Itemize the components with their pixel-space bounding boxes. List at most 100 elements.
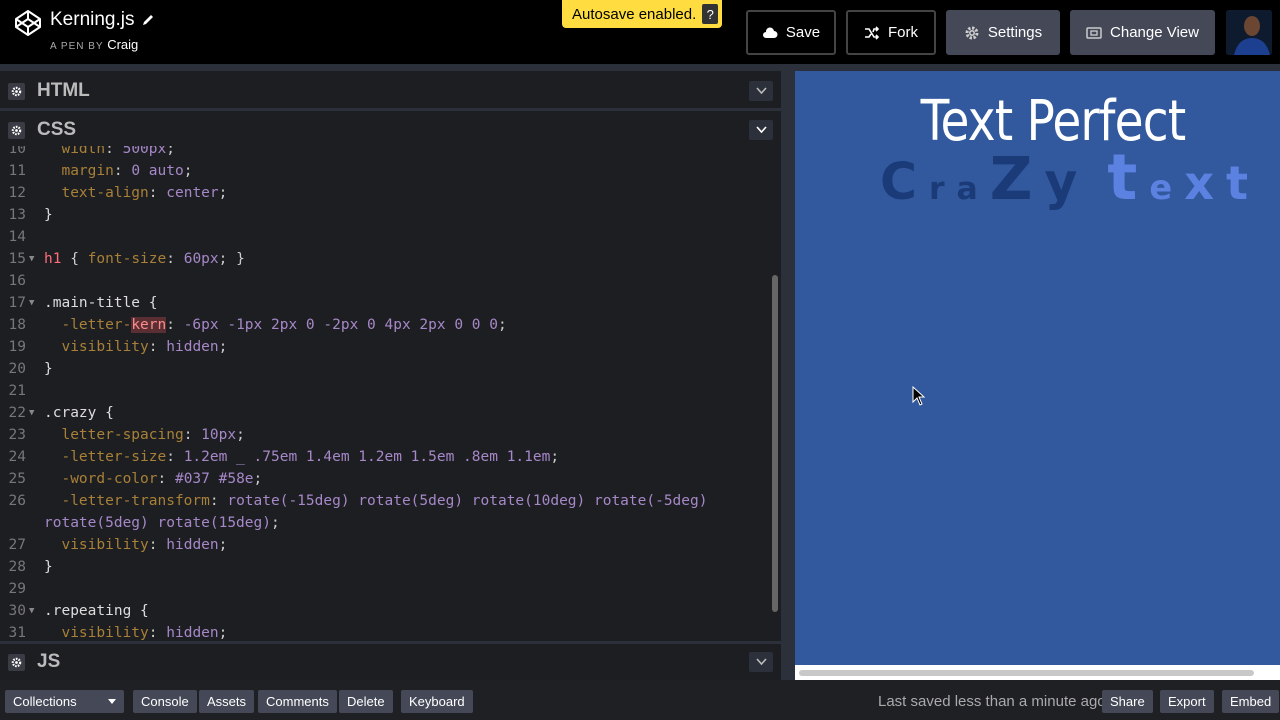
export-button[interactable]: Export (1160, 690, 1214, 713)
html-panel-title: HTML (37, 80, 90, 101)
embed-button[interactable]: Embed (1222, 690, 1280, 713)
code-text: width: 500px; (61, 146, 175, 157)
last-saved-status: Last saved less than a minute ago (878, 693, 1106, 710)
change-view-label: Change View (1110, 24, 1199, 41)
line-number: 27 (8, 537, 26, 553)
code-line[interactable]: 20} (0, 358, 781, 380)
code-line[interactable]: 10 width: 500px; (0, 146, 781, 160)
html-settings-button[interactable] (8, 83, 25, 100)
code-text: -letter-transform: rotate(-15deg) rotate… (61, 493, 708, 509)
css-code-editor[interactable]: 10 width: 500px; 11 margin: 0 auto; 12 tex… (0, 146, 781, 641)
scrollbar-thumb[interactable] (799, 670, 1254, 676)
editor-scrollbar[interactable] (772, 275, 778, 612)
js-settings-button[interactable] (8, 654, 25, 671)
code-line[interactable]: 21 (0, 380, 781, 402)
line-number: 21 (8, 383, 26, 399)
pen-title[interactable]: Kerning.js (50, 9, 135, 31)
css-collapse-button[interactable] (749, 120, 773, 140)
edit-pencil-icon[interactable] (141, 13, 155, 27)
code-line[interactable]: 15 ▼ h1 { font-size: 60px; } (0, 248, 781, 270)
line-number: 23 (8, 427, 26, 443)
line-number: 22 (8, 405, 26, 421)
bottom-bar: Collections Console Assets Comments Dele… (0, 680, 1280, 720)
crazy-letter: a (956, 171, 978, 207)
share-button[interactable]: Share (1102, 690, 1153, 713)
code-text: } (44, 361, 53, 377)
line-number: 11 (8, 163, 26, 179)
crazy-letter: Z (989, 144, 1033, 213)
line-number: 25 (8, 471, 26, 487)
fold-arrow-icon[interactable]: ▼ (29, 248, 34, 270)
code-line[interactable]: 25 -word-color: #037 #58e; (0, 468, 781, 490)
fork-label: Fork (888, 24, 918, 41)
fold-arrow-icon[interactable]: ▼ (29, 292, 34, 314)
js-panel-header[interactable]: JS (0, 644, 781, 680)
code-line[interactable]: 16 (0, 270, 781, 292)
crazy-text: CraZytext (880, 141, 1260, 231)
preview-horizontal-scrollbar[interactable] (795, 665, 1280, 680)
html-collapse-button[interactable] (749, 81, 773, 101)
delete-button[interactable]: Delete (339, 690, 393, 713)
crazy-letter: y (1044, 152, 1078, 211)
code-line[interactable]: 29 (0, 578, 781, 600)
change-view-button[interactable]: Change View (1070, 10, 1215, 55)
css-panel-header[interactable]: CSS (0, 112, 781, 148)
code-line[interactable]: 17 ▼ .main-title { (0, 292, 781, 314)
code-text: -letter-kern: -6px -1px 2px 0 -2px 0 4px… (61, 317, 507, 333)
result-preview[interactable]: Text Perfect CraZytext (795, 71, 1280, 665)
code-text: margin: 0 auto; (61, 163, 193, 179)
line-number: 31 (8, 625, 26, 641)
chevron-down-icon (755, 658, 767, 666)
code-line[interactable]: 28} (0, 556, 781, 578)
code-line[interactable]: 13} (0, 204, 781, 226)
fork-button[interactable]: Fork (846, 10, 936, 55)
code-text: } (44, 207, 53, 223)
crazy-letter: x (1184, 156, 1214, 210)
user-avatar[interactable] (1226, 10, 1272, 55)
line-number: 17 (8, 295, 26, 311)
code-line[interactable]: 23 letter-spacing: 10px; (0, 424, 781, 446)
byline-prefix: A PEN BY (50, 41, 104, 52)
code-text: visibility: hidden; (61, 625, 228, 641)
code-line[interactable]: 22 ▼ .crazy { (0, 402, 781, 424)
line-number: 15 (8, 251, 26, 267)
save-button[interactable]: Save (746, 10, 836, 55)
css-settings-button[interactable] (8, 122, 25, 139)
fold-arrow-icon[interactable]: ▼ (29, 402, 34, 424)
html-panel-header[interactable]: HTML (0, 73, 781, 109)
codepen-logo-icon[interactable] (14, 9, 42, 37)
settings-button[interactable]: Settings (946, 10, 1060, 55)
fold-arrow-icon[interactable]: ▼ (29, 600, 34, 622)
save-label: Save (785, 24, 821, 41)
code-line[interactable]: 18 -letter-kern: -6px -1px 2px 0 -2px 0 … (0, 314, 781, 336)
code-line[interactable]: 14 (0, 226, 781, 248)
code-line[interactable]: 19 visibility: hidden; (0, 336, 781, 358)
assets-button[interactable]: Assets (199, 690, 255, 713)
codepen-editor: Kerning.js A PEN BY Craig Autosave enabl… (0, 0, 1280, 720)
console-button[interactable]: Console (133, 690, 197, 713)
code-line[interactable]: 12 text-align: center; (0, 182, 781, 204)
crazy-letter: e (1149, 168, 1173, 207)
author-link[interactable]: Craig (107, 37, 138, 52)
line-number: 29 (8, 581, 26, 597)
chevron-down-icon (755, 126, 767, 134)
comments-button[interactable]: Comments (258, 690, 337, 713)
js-collapse-button[interactable] (749, 652, 773, 672)
line-number: 19 (8, 339, 26, 355)
code-line[interactable]: 27 visibility: hidden; (0, 534, 781, 556)
collections-dropdown[interactable]: Collections (5, 690, 124, 713)
keyboard-button[interactable]: Keyboard (401, 690, 473, 713)
code-line[interactable]: 31 visibility: hidden; (0, 622, 781, 641)
code-line[interactable]: 11 margin: 0 auto; (0, 160, 781, 182)
code-line[interactable]: 26 -letter-transform: rotate(-15deg) rot… (0, 490, 781, 512)
code-text: text-align: center; (61, 185, 228, 201)
code-line[interactable]: rotate(5deg) rotate(15deg); (0, 512, 781, 534)
code-line[interactable]: 30 ▼ .repeating { (0, 600, 781, 622)
code-line[interactable]: 24 -letter-size: 1.2em _ .75em 1.4em 1.2… (0, 446, 781, 468)
line-number: 10 (8, 146, 26, 157)
line-number: 12 (8, 185, 26, 201)
pane-resizer[interactable] (781, 71, 795, 680)
gear-icon (11, 86, 22, 97)
autosave-help-button[interactable]: ? (702, 4, 719, 24)
gear-icon (965, 26, 979, 39)
